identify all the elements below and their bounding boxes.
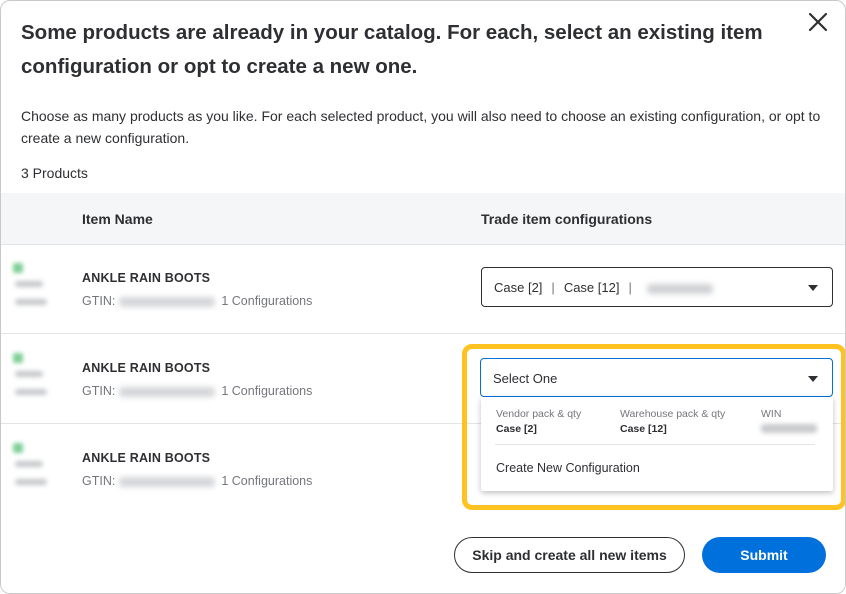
gtin-label: GTIN: xyxy=(82,474,116,488)
submit-button[interactable]: Submit xyxy=(702,537,826,573)
config-select-value: Case [2] | Case [12] | xyxy=(494,280,713,295)
warehouse-pack-value: Case [12] xyxy=(620,423,667,435)
gtin-redacted xyxy=(119,476,216,487)
gtin-redacted xyxy=(119,296,216,307)
table-row: ANKLE RAIN BOOTS GTIN: 1 Configurations C… xyxy=(1,245,845,334)
dropdown-option-existing-config[interactable]: Vendor pack & qty Case [2] Warehouse pac… xyxy=(481,397,833,445)
vendor-pack-column: Vendor pack & qty Case [2] xyxy=(496,408,581,435)
product-name: ANKLE RAIN BOOTS xyxy=(82,361,211,375)
selected-vendor-pack: Case [2] xyxy=(494,280,543,295)
close-button[interactable] xyxy=(805,9,831,35)
win-redacted xyxy=(761,424,817,433)
configuration-modal: Some products are already in your catalo… xyxy=(0,0,846,594)
win-redacted xyxy=(646,283,713,294)
modal-description: Choose as many products as you like. For… xyxy=(21,108,821,146)
column-header-item-name: Item Name xyxy=(82,211,153,227)
caret-down-icon xyxy=(808,376,818,382)
caret-down-icon xyxy=(808,285,818,291)
gtin-label: GTIN: xyxy=(82,384,116,398)
gtin-label: GTIN: xyxy=(82,294,116,308)
close-icon xyxy=(808,12,828,32)
dropdown-option-create-new[interactable]: Create New Configuration xyxy=(481,445,833,491)
create-new-label: Create New Configuration xyxy=(496,461,640,475)
vendor-pack-value: Case [2] xyxy=(496,423,537,435)
product-thumbnail xyxy=(9,441,59,497)
product-count: 3 Products xyxy=(21,165,88,181)
warehouse-pack-label: Warehouse pack & qty xyxy=(620,408,726,420)
config-select[interactable]: Case [2] | Case [12] | xyxy=(481,267,833,307)
gtin-redacted xyxy=(119,386,216,397)
config-dropdown-menu: Vendor pack & qty Case [2] Warehouse pac… xyxy=(481,397,833,491)
product-gtin: GTIN: 1 Configurations xyxy=(82,384,312,398)
product-name: ANKLE RAIN BOOTS xyxy=(82,451,211,465)
config-count: 1 Configurations xyxy=(221,384,313,398)
product-gtin: GTIN: 1 Configurations xyxy=(82,294,312,308)
warehouse-pack-column: Warehouse pack & qty Case [12] xyxy=(620,408,725,435)
config-count: 1 Configurations xyxy=(221,474,313,488)
table-header: Item Name Trade item configurations xyxy=(1,193,845,245)
skip-create-new-button[interactable]: Skip and create all new items xyxy=(454,537,685,573)
config-count: 1 Configurations xyxy=(221,294,313,308)
product-thumbnail xyxy=(9,261,59,317)
product-name: ANKLE RAIN BOOTS xyxy=(82,271,211,285)
product-thumbnail xyxy=(9,351,59,407)
modal-footer: Skip and create all new items Submit xyxy=(1,513,845,593)
selected-warehouse-pack: Case [12] xyxy=(563,280,620,295)
value-separator: | xyxy=(551,280,555,295)
win-column: WIN xyxy=(761,408,817,433)
config-select-placeholder: Select One xyxy=(493,371,558,386)
product-gtin: GTIN: 1 Configurations xyxy=(82,474,312,488)
modal-title: Some products are already in your catalo… xyxy=(21,21,763,78)
column-header-trade-config: Trade item configurations xyxy=(481,211,653,227)
vendor-pack-label: Vendor pack & qty xyxy=(496,408,582,420)
win-label: WIN xyxy=(761,408,782,420)
config-select[interactable]: Select One xyxy=(480,358,833,397)
value-separator: | xyxy=(628,280,632,295)
